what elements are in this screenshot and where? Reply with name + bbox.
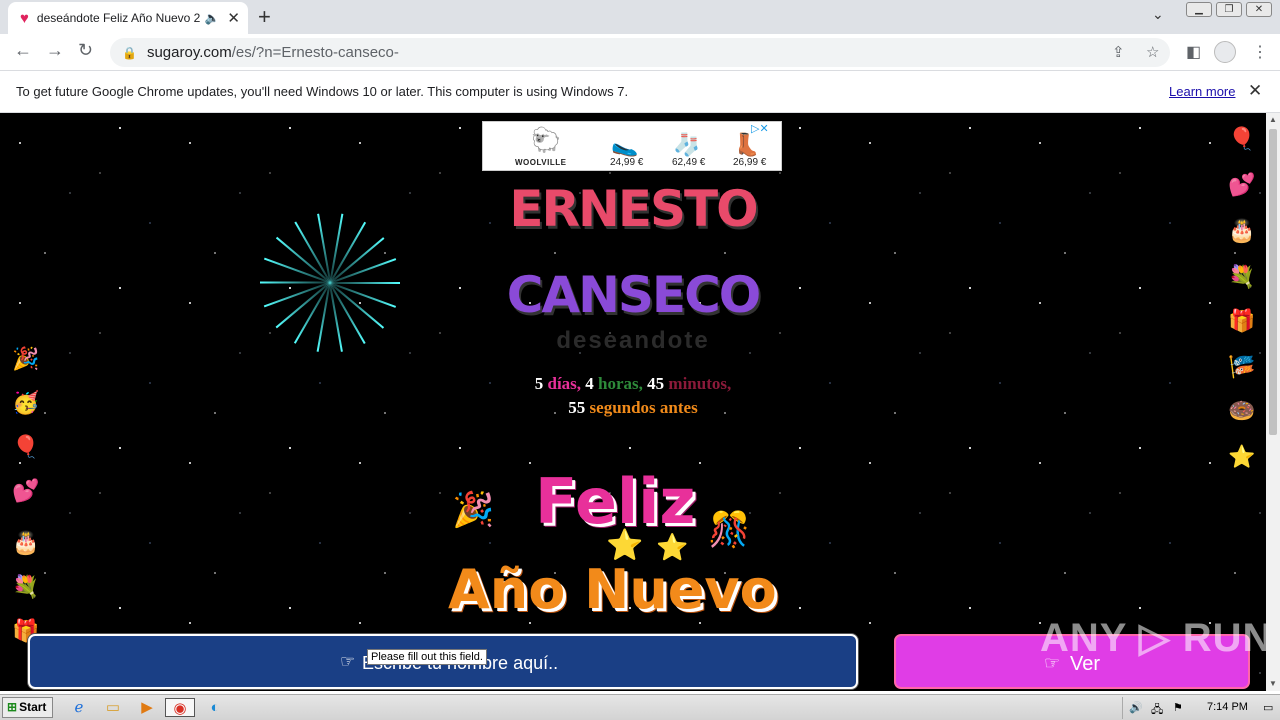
advertisement-banner[interactable]: 🐑 WOOLVILLE 🥿 🧦 👢 24,99 € 62,49 € 26,99 … [482,121,782,171]
ad-brand: WOOLVILLE [515,158,567,167]
forward-button[interactable]: → [46,40,64,61]
cake-icon: 🎂 [1228,218,1256,243]
menu-kebab-icon[interactable]: ⋮ [1252,42,1268,62]
scroll-up-icon[interactable]: ▲ [1269,115,1277,124]
hearts-icon: 💕 [1228,172,1256,197]
countdown-line-1: 5 días, 4 horas, 45 minutos, [0,372,1266,396]
anyrun-watermark: ANY ▷ RUN [1040,616,1273,660]
smiley-icon: 🥳 [12,390,40,415]
file-explorer-icon[interactable]: ▭ [102,698,124,717]
windows-flag-icon: ⊞ [7,700,18,714]
party-horn-icon: 🎊 [708,511,751,549]
back-button[interactable]: ← [14,40,32,61]
volume-icon[interactable]: 🔊 [1129,701,1143,714]
profile-avatar[interactable] [1214,41,1236,63]
start-button[interactable]: ⊞ Start [2,697,53,718]
address-bar[interactable]: 🔒 sugaroy.com/es/?n=Ernesto-canseco- ⇪ ☆ [110,38,1170,67]
gift-icon: 🎁 [1228,308,1256,333]
close-infobar-icon[interactable]: ✕ [1248,81,1262,101]
reload-button[interactable]: ↻ [78,40,93,61]
slipper-icon: 👢 [733,132,761,157]
flowers-icon: 💐 [12,574,40,599]
window-controls: ▁ ❐ ✕ [1186,2,1272,17]
show-desktop-icon[interactable]: ▭ [1263,701,1273,714]
minutes-label: minutos, [668,374,732,393]
seconds-number: 55 [568,398,586,417]
chrome-icon[interactable]: ◉ [165,698,195,717]
internet-explorer-icon[interactable]: ℯ [68,698,90,717]
greeting-ano-nuevo: Año Nuevo [448,558,777,621]
start-label: Start [19,700,47,714]
sheep-logo-icon: 🐑 [531,127,561,154]
url-host: sugaroy.com [146,44,232,61]
last-name-heading: CANSECO [506,266,762,324]
balloons-icon: 🎈 [12,434,40,459]
learn-more-link[interactable]: Learn more [1169,84,1235,99]
edge-icon[interactable]: ◐ [204,698,226,717]
donut-icon: 🍩 [1228,398,1256,423]
ad-price: 62,49 € [672,157,706,168]
scrollbar-thumb[interactable] [1269,129,1277,435]
flowers-icon: 💐 [1228,264,1256,289]
ghost-text: deseandote [556,327,710,354]
balloons-icon: 🎈 [1228,126,1256,151]
validation-tooltip: Please fill out this field. [367,649,487,665]
restore-button[interactable]: ❐ [1216,2,1242,17]
media-player-icon[interactable]: ▶ [136,698,158,717]
minutes-number: 45 [647,374,665,393]
cake-icon: 🎂 [12,530,40,555]
ad-price: 24,99 € [610,157,644,168]
lock-icon[interactable]: 🔒 [122,46,137,60]
close-window-button[interactable]: ✕ [1246,2,1272,17]
new-tab-button[interactable]: + [258,4,271,30]
bunting-icon: 🎏 [1228,354,1256,379]
side-panel-icon[interactable]: ◧ [1186,42,1201,62]
greeting-feliz: Feliz [535,465,696,538]
windows-taskbar: ⊞ Start ℯ ▭ ▶ ◉ ◐ 🔊 🖧 ⚑ 7:14 PM ▭ [0,694,1280,720]
seconds-label: segundos antes [589,398,698,417]
pointing-hand-icon: ☞ [340,652,356,671]
tab-active[interactable]: ♥ deseándote Feliz Año Nuevo 20 🔈 ✕ [8,2,248,34]
network-icon[interactable]: 🖧 [1151,701,1163,720]
url-path: /es/?n=Ernesto-canseco- [231,44,399,61]
star-icon: ⭐ [1228,444,1256,469]
tab-title: deseándote Feliz Año Nuevo 20 [36,11,201,25]
adchoices-icon[interactable]: ▷✕ [751,122,769,135]
heart-icon: ♥ [20,9,29,27]
slipper-icon: 🥿 [611,132,639,157]
flag-icon[interactable]: ⚑ [1173,701,1183,714]
ad-price: 26,99 € [733,157,767,168]
countdown-line-2: 55 segundos antes [0,396,1266,420]
infobar-message: To get future Google Chrome updates, you… [16,84,629,99]
share-icon[interactable]: ⇪ [1112,43,1125,61]
party-popper-icon: 🎉 [12,346,40,371]
minimize-button[interactable]: ▁ [1186,2,1212,17]
scroll-down-icon[interactable]: ▼ [1269,679,1277,688]
browser-toolbar: ← → ↻ 🔒 sugaroy.com/es/?n=Ernesto-cansec… [0,34,1280,71]
close-tab-icon[interactable]: ✕ [227,9,240,27]
bookmark-star-icon[interactable]: ☆ [1146,43,1159,61]
days-label: días, [547,374,582,393]
tab-strip: ♥ deseándote Feliz Año Nuevo 20 🔈 ✕ + ⌄ … [0,0,1280,34]
system-tray: 🔊 🖧 ⚑ 7:14 PM ▭ [1122,697,1278,719]
slipper-icon: 🧦 [673,132,701,157]
update-infobar: To get future Google Chrome updates, you… [0,71,1280,113]
party-popper-icon: 🎉 [452,491,495,529]
hours-number: 4 [585,374,594,393]
vertical-scrollbar[interactable]: ▲ ▼ [1266,113,1280,691]
first-name-heading: ERNESTO [509,180,758,238]
hearts-icon: 💕 [12,478,40,503]
chevron-down-icon[interactable]: ⌄ [1152,6,1164,23]
hours-label: horas, [598,374,643,393]
clock[interactable]: 7:14 PM [1207,701,1248,713]
days-number: 5 [534,374,544,393]
speaker-icon[interactable]: 🔈 [204,11,219,25]
